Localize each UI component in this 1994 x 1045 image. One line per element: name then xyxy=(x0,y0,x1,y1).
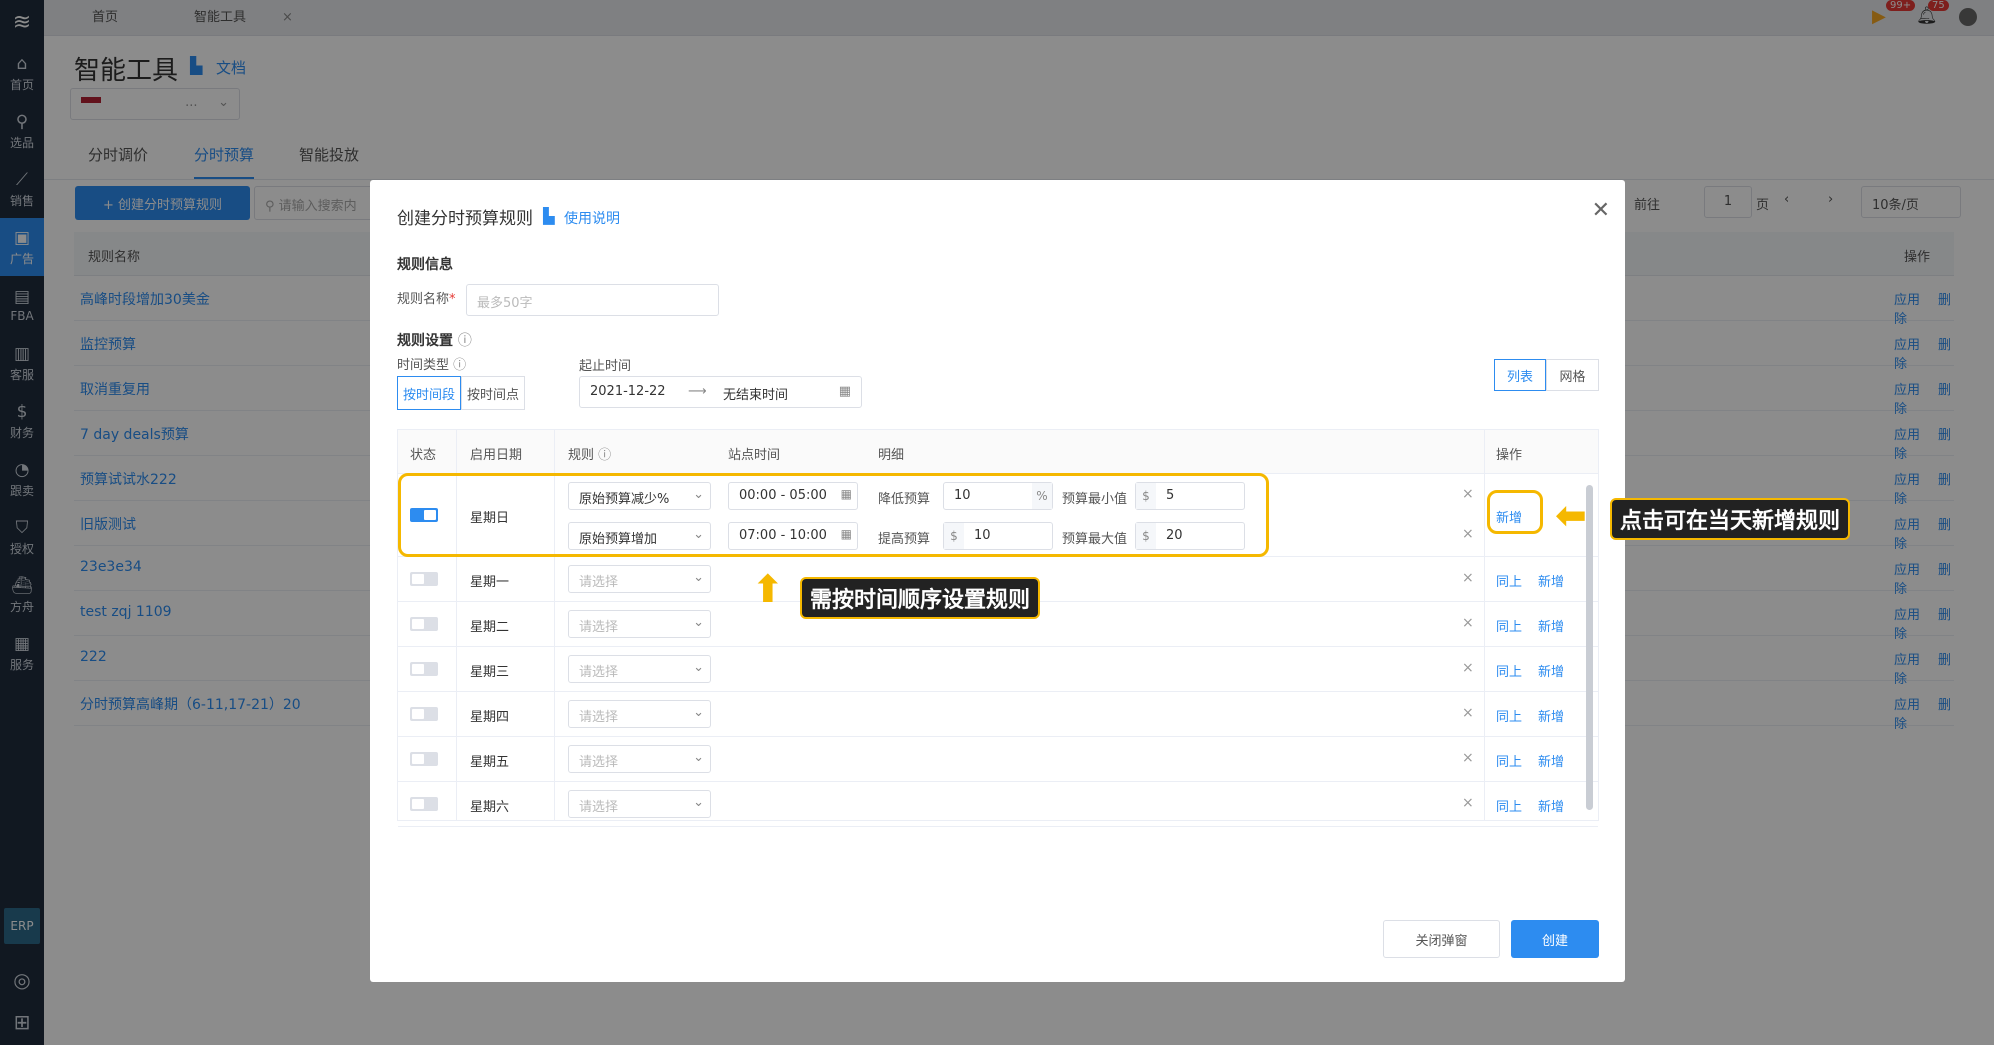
status-toggle[interactable] xyxy=(410,707,438,721)
copy-above-link[interactable]: 同上 xyxy=(1496,751,1522,770)
time-type-point[interactable]: 按时间点 xyxy=(461,376,525,410)
close-icon[interactable]: ✕ xyxy=(1592,198,1610,223)
chevron-down-icon: ⌄ xyxy=(693,660,704,675)
rule-name-label: 规则名称* xyxy=(397,292,456,307)
day-label: 星期三 xyxy=(470,665,510,680)
remove-rule-icon[interactable]: × xyxy=(1462,705,1474,721)
schedule-row: 星期四 请选择 ⌄ × 同上 新增 xyxy=(398,692,1598,737)
schedule-row: 星期五 请选择 ⌄ × 同上 新增 xyxy=(398,737,1598,782)
day-label: 星期四 xyxy=(470,710,510,725)
table-scrollbar[interactable] xyxy=(1586,485,1593,810)
rule-type-select[interactable]: 请选择 ⌄ xyxy=(568,700,711,728)
copy-above-link[interactable]: 同上 xyxy=(1496,661,1522,680)
add-rule-link[interactable]: 新增 xyxy=(1538,706,1564,725)
rule-type-select[interactable]: 请选择 ⌄ xyxy=(568,565,711,593)
info-icon: ⓘ xyxy=(457,333,472,349)
rule-type-select[interactable]: 请选择 ⌄ xyxy=(568,655,711,683)
arrow-up-icon: ⬆ xyxy=(752,567,784,611)
add-rule-link[interactable]: 新增 xyxy=(1538,661,1564,680)
remove-rule-icon[interactable]: × xyxy=(1462,660,1474,676)
copy-above-link[interactable]: 同上 xyxy=(1496,616,1522,635)
rule-type-select[interactable]: 请选择 ⌄ xyxy=(568,790,711,818)
chevron-down-icon: ⌄ xyxy=(693,705,704,720)
date-range-label: 起止时间 xyxy=(579,359,632,374)
rule-type-select[interactable]: 请选择 ⌄ xyxy=(568,745,711,773)
status-toggle[interactable] xyxy=(410,617,438,631)
date-range-picker[interactable]: 2021-12-22 ⟶ 无结束时间 ▦ xyxy=(579,376,862,408)
chevron-down-icon: ⌄ xyxy=(693,750,704,765)
close-modal-button[interactable]: 关闭弹窗 xyxy=(1383,920,1500,958)
chevron-down-icon: ⌄ xyxy=(693,615,704,630)
chevron-down-icon: ⌄ xyxy=(693,570,704,585)
help-link[interactable]: 使用说明 xyxy=(564,208,620,228)
arrow-left-icon: ⬅ xyxy=(1555,493,1587,537)
status-toggle[interactable] xyxy=(410,752,438,766)
time-type-period[interactable]: 按时间段 xyxy=(397,376,461,410)
add-rule-link[interactable]: 新增 xyxy=(1538,751,1564,770)
status-toggle[interactable] xyxy=(410,572,438,586)
status-toggle[interactable] xyxy=(410,662,438,676)
remove-rule-icon[interactable]: × xyxy=(1462,615,1474,631)
view-list[interactable]: 列表 xyxy=(1494,359,1546,391)
remove-rule-icon[interactable]: × xyxy=(1462,570,1474,586)
remove-rule-icon[interactable]: × xyxy=(1462,526,1474,542)
add-rule-link[interactable]: 新增 xyxy=(1538,571,1564,590)
create-button[interactable]: 创建 xyxy=(1511,920,1599,958)
copy-above-link[interactable]: 同上 xyxy=(1496,706,1522,725)
book-icon: ▙ xyxy=(543,207,555,225)
calendar-icon: ▦ xyxy=(838,384,851,399)
remove-rule-icon[interactable]: × xyxy=(1462,795,1474,811)
section-rule-info: 规则信息 xyxy=(397,257,453,273)
info-icon: ⓘ xyxy=(453,358,467,373)
highlight-add-button xyxy=(1487,490,1543,534)
rule-name-input[interactable]: 最多50字 xyxy=(466,284,719,316)
status-toggle[interactable] xyxy=(410,797,438,811)
section-rule-settings: 规则设置 ⓘ xyxy=(397,333,472,349)
copy-above-link[interactable]: 同上 xyxy=(1496,796,1522,815)
day-label: 星期六 xyxy=(470,800,510,815)
callout-add-rule: 点击可在当天新增规则 xyxy=(1610,498,1851,540)
chevron-down-icon: ⌄ xyxy=(693,795,704,810)
time-type-label: 时间类型 ⓘ xyxy=(397,358,467,373)
view-grid[interactable]: 网格 xyxy=(1546,359,1599,391)
day-label: 星期二 xyxy=(470,620,510,635)
day-label: 星期五 xyxy=(470,755,510,770)
remove-rule-icon[interactable]: × xyxy=(1462,486,1474,502)
schedule-row: 星期三 请选择 ⌄ × 同上 新增 xyxy=(398,647,1598,692)
callout-order-rules: 需按时间顺序设置规则 xyxy=(800,577,1041,619)
schedule-table-header: 状态 启用日期 规则 ⓘ 站点时间 明细 操作 xyxy=(398,430,1598,474)
highlight-sunday-rules xyxy=(398,473,1269,557)
add-rule-link[interactable]: 新增 xyxy=(1538,796,1564,815)
modal-title: 创建分时预算规则 xyxy=(397,209,533,229)
add-rule-link[interactable]: 新增 xyxy=(1538,616,1564,635)
day-label: 星期一 xyxy=(470,575,510,590)
remove-rule-icon[interactable]: × xyxy=(1462,750,1474,766)
info-icon: ⓘ xyxy=(598,448,612,463)
schedule-row: 星期六 请选择 ⌄ × 同上 新增 xyxy=(398,782,1598,827)
rule-type-select[interactable]: 请选择 ⌄ xyxy=(568,610,711,638)
copy-above-link[interactable]: 同上 xyxy=(1496,571,1522,590)
